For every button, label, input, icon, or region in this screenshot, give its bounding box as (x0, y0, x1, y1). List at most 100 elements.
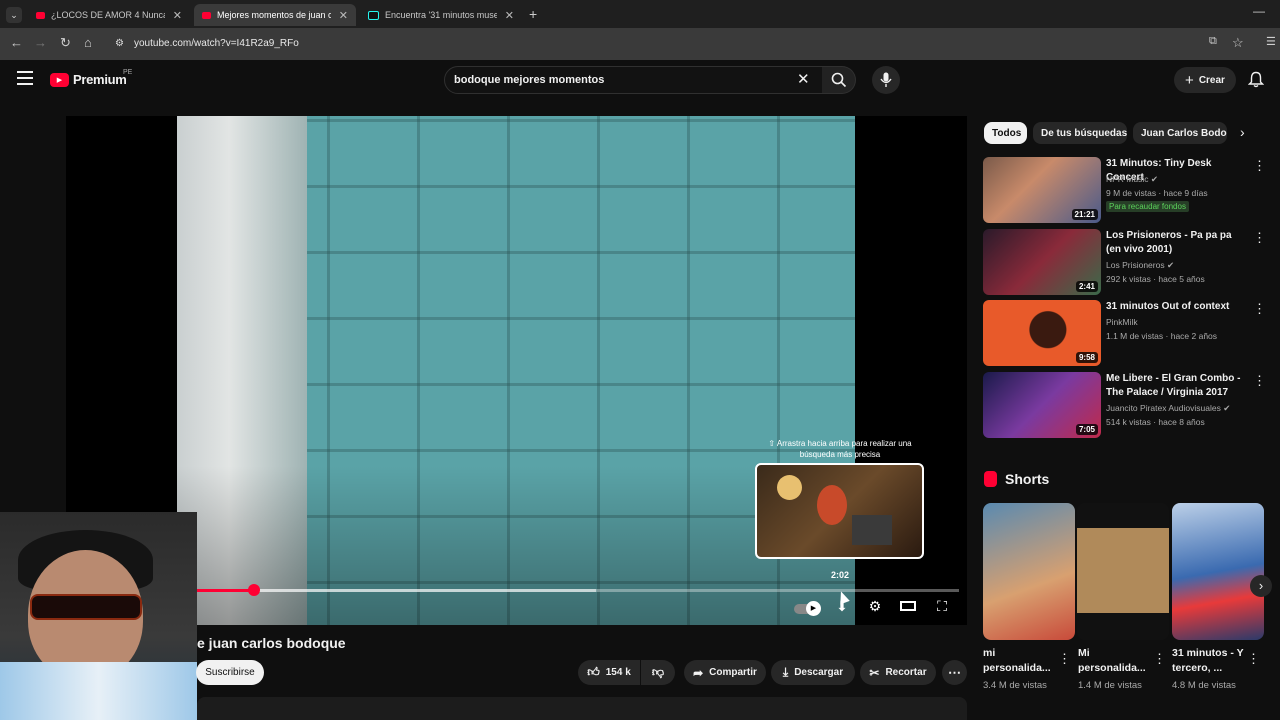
more-options-icon[interactable]: ⋮ (1058, 651, 1071, 667)
short-title[interactable]: 31 minutos - Y tercero, ... (1172, 646, 1250, 676)
short-views: 3.4 M de vistas (983, 680, 1047, 691)
short-thumbnail[interactable] (1172, 503, 1264, 640)
shorts-header: Shorts (984, 471, 1049, 487)
video-duration: 7:05 (1075, 424, 1098, 435)
verified-check-icon: ✔ (1150, 174, 1159, 184)
share-button[interactable]: ➦ Compartir (684, 660, 766, 685)
close-tab-icon[interactable]: ✕ (173, 9, 182, 22)
webcam-shirt (0, 662, 197, 720)
home-icon[interactable]: ⌂ (84, 35, 92, 50)
site-info-icon[interactable]: ⚙ (115, 38, 124, 49)
verified-check-icon: ✔ (1223, 403, 1231, 413)
like-button[interactable]: 👍︎ 154 k (578, 660, 640, 685)
shorts-next-button[interactable]: › (1250, 575, 1272, 597)
seek-search-hint: ⇧ Arrastra hacia arriba para realizar un… (768, 439, 912, 459)
logo-text: Premium (73, 72, 127, 87)
short-views: 1.4 M de vistas (1078, 680, 1142, 691)
menu-icon[interactable] (17, 71, 33, 85)
related-title[interactable]: 31 minutos Out of context (1106, 300, 1246, 314)
search-button[interactable] (822, 66, 856, 94)
related-channel[interactable]: PinkMilk (1106, 315, 1256, 329)
clear-search-icon[interactable]: ✕ (797, 70, 810, 88)
related-thumbnail[interactable]: 21:21 (983, 157, 1101, 223)
subscribe-button[interactable]: Suscribirse (196, 660, 264, 685)
video-frame-shadow (177, 466, 855, 625)
more-options-icon[interactable]: ⋮ (1253, 301, 1266, 317)
fullscreen-icon[interactable]: ⛶ (931, 598, 953, 618)
progress-scrubber[interactable] (248, 584, 260, 596)
more-options-icon[interactable]: ⋮ (1153, 651, 1166, 667)
autoplay-toggle[interactable]: ▶ (794, 598, 824, 618)
more-options-icon[interactable]: ⋮ (1253, 158, 1266, 174)
fundraiser-badge: Para recaudar fondos (1106, 201, 1189, 212)
like-count: 154 k (605, 667, 631, 678)
youtube-play-logo-icon: ▶ (50, 72, 69, 87)
related-title[interactable]: Me Libere - El Gran Combo - The Palace /… (1106, 372, 1246, 400)
tab-search-button[interactable]: ⌄ (6, 7, 22, 23)
bookmark-star-icon[interactable]: ☆ (1232, 35, 1244, 51)
voice-search-button[interactable] (872, 66, 900, 94)
browser-tab-active[interactable]: Mejores momentos de juan ca ✕ (194, 4, 356, 26)
chip-de-tus-busquedas[interactable]: De tus búsquedas (1033, 122, 1127, 144)
related-thumbnail[interactable]: 9:58 (983, 300, 1101, 366)
close-tab-icon[interactable]: ✕ (339, 9, 348, 22)
close-tab-icon[interactable]: ✕ (505, 9, 514, 22)
more-options-icon[interactable]: ⋮ (1253, 373, 1266, 389)
progress-played (196, 589, 254, 592)
more-options-icon[interactable]: ⋮ (1253, 230, 1266, 246)
related-channel[interactable]: NPR Music ✔ (1106, 172, 1256, 186)
region-code: PE (123, 69, 133, 76)
chips-next-icon[interactable]: › (1240, 124, 1245, 140)
related-thumbnail[interactable]: 2:41 (983, 229, 1101, 295)
reading-list-icon[interactable]: ☰ (1266, 35, 1276, 48)
youtube-logo[interactable]: ▶ Premium (50, 72, 127, 87)
video-duration: 21:21 (1071, 209, 1098, 220)
related-title[interactable]: Los Prisioneros - Pa pa pa (en vivo 2001… (1106, 229, 1246, 257)
chip-todos[interactable]: Todos (984, 122, 1027, 144)
related-channel[interactable]: Juancito Piratex Audiovisuales ✔ (1106, 401, 1256, 415)
new-tab-icon[interactable]: + (529, 6, 537, 22)
chip-juan-carlos-bodoque[interactable]: Juan Carlos Bodoque (1133, 122, 1227, 144)
video-duration: 9:58 (1075, 352, 1098, 363)
shorts-logo-icon (984, 471, 997, 487)
related-meta: 1.1 M de vistas · hace 2 años (1106, 331, 1218, 341)
clip-button[interactable]: ✂ Recortar (860, 660, 936, 685)
minimize-window-icon[interactable]: — (1253, 4, 1265, 18)
plus-icon: + (1185, 71, 1194, 89)
related-thumbnail[interactable]: 7:05 (983, 372, 1101, 438)
short-thumbnail[interactable] (1077, 503, 1169, 640)
shorts-heading: Shorts (1005, 471, 1050, 487)
dislike-button[interactable]: 👎︎ (641, 660, 675, 685)
download-button[interactable]: ⤓ Descargar (771, 660, 855, 685)
tab-title: Mejores momentos de juan ca (217, 10, 331, 20)
video-title: e juan carlos bodoque (197, 635, 346, 651)
description-box[interactable] (197, 697, 967, 720)
more-options-icon[interactable]: ⋮ (1247, 651, 1260, 667)
browser-tab[interactable]: ¿LOCOS DE AMOR 4 Nunca De ✕ (28, 4, 190, 26)
search-icon (831, 72, 847, 88)
install-app-icon[interactable]: ⧉ (1209, 35, 1217, 48)
youtube-favicon-icon (202, 11, 211, 19)
create-button[interactable]: + Crear (1174, 67, 1236, 93)
related-channel[interactable]: Los Prisioneros ✔ (1106, 258, 1256, 272)
notifications-bell-icon[interactable] (1247, 71, 1265, 93)
url-text[interactable]: youtube.com/watch?v=I41R2a9_RFo (134, 38, 299, 49)
more-actions-button[interactable]: ⋯ (942, 660, 967, 685)
tab-title: Encuentra '31 minutos museo' (385, 10, 497, 20)
browser-tab[interactable]: Encuentra '31 minutos museo' ✕ (360, 4, 522, 26)
tiktok-favicon-icon (368, 10, 379, 20)
short-thumbnail[interactable] (983, 503, 1075, 640)
thumbs-down-icon: 👎︎ (651, 665, 665, 679)
short-title[interactable]: mi personalida... (983, 646, 1061, 676)
back-icon[interactable]: ← (10, 35, 23, 50)
video-frame (177, 116, 855, 625)
search-query-text[interactable]: bodoque mejores momentos (454, 74, 604, 86)
seek-preview-time: 2:02 (830, 570, 849, 580)
settings-gear-icon[interactable]: ⚙ (864, 598, 886, 618)
verified-check-icon: ✔ (1166, 260, 1175, 270)
reload-icon[interactable]: ↻ (60, 35, 71, 51)
scissors-icon: ✂ (869, 665, 880, 680)
short-title[interactable]: Mi personalida... (1078, 646, 1156, 676)
forward-icon[interactable]: → (34, 35, 47, 50)
theater-mode-icon[interactable] (897, 598, 919, 618)
